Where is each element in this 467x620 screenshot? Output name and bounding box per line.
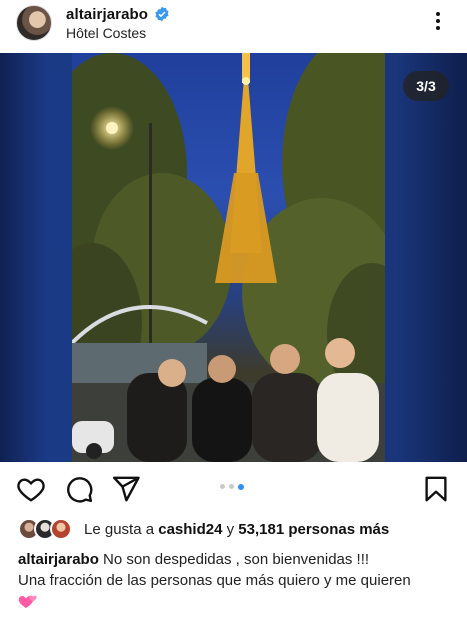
post-header: altairjarabo Hôtel Costes xyxy=(0,0,467,52)
caption-username[interactable]: altairjarabo xyxy=(18,551,99,568)
more-vertical-icon[interactable] xyxy=(428,12,448,34)
caption-line-1: altairjarabo No son despedidas , son bie… xyxy=(18,549,458,570)
caption-text-1: No son despedidas , son bienvenidas !!! xyxy=(103,551,370,568)
likes-count[interactable]: 53,181 personas más xyxy=(238,521,389,538)
comment-icon[interactable] xyxy=(64,474,94,504)
heart-icon[interactable] xyxy=(16,474,46,504)
carousel-indicator xyxy=(220,483,244,490)
paris-night-scene xyxy=(72,53,385,462)
carousel-counter: 3/3 xyxy=(403,71,449,101)
verified-badge-icon xyxy=(155,6,169,22)
liker-avatar xyxy=(50,518,72,540)
likes-row[interactable]: Le gusta a cashid24 y 53,181 personas má… xyxy=(18,517,458,543)
post-caption: altairjarabo No son despedidas , son bie… xyxy=(18,549,458,611)
post-location[interactable]: Hôtel Costes xyxy=(66,25,146,41)
bookmark-icon[interactable] xyxy=(421,474,451,504)
post-media[interactable]: 3/3 xyxy=(0,53,467,462)
carousel-dot xyxy=(229,484,234,489)
carousel-dot xyxy=(220,484,225,489)
likes-text: Le gusta a cashid24 y 53,181 personas má… xyxy=(84,521,389,538)
likes-connector: y xyxy=(226,521,235,538)
photo xyxy=(72,53,385,462)
liker-username[interactable]: cashid24 xyxy=(158,521,222,538)
avatar[interactable] xyxy=(16,5,52,41)
caption-text-2: Una fracción de las personas que más qui… xyxy=(18,572,411,589)
action-bar xyxy=(0,466,467,510)
post-username[interactable]: altairjarabo xyxy=(66,6,148,23)
send-icon[interactable] xyxy=(111,474,141,504)
likes-prefix: Le gusta a xyxy=(84,521,155,538)
two-hearts-emoji: 💕 xyxy=(18,595,37,608)
carousel-dot-active xyxy=(238,483,244,490)
